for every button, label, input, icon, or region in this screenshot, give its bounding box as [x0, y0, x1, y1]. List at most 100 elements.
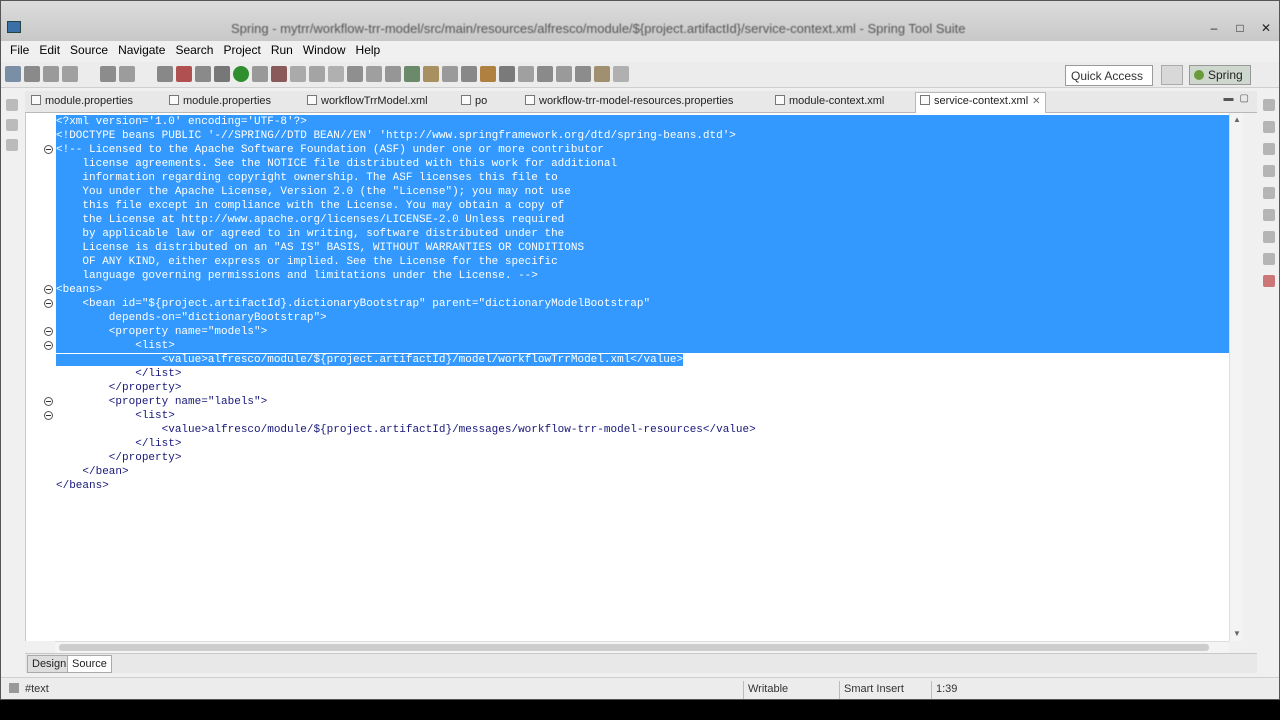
run-dropdown-icon[interactable] [252, 66, 268, 82]
refresh-icon[interactable] [404, 66, 420, 82]
xml-editor[interactable]: <?xml version='1.0' encoding='UTF-8'?> <… [25, 113, 1243, 641]
open-type-icon[interactable] [100, 66, 116, 82]
menu-window[interactable]: Window [298, 41, 351, 61]
horizontal-scroll-thumb[interactable] [59, 644, 1209, 651]
menu-help[interactable]: Help [351, 41, 386, 61]
task-list-icon[interactable] [1263, 121, 1275, 133]
external-dropdown-icon[interactable] [290, 66, 306, 82]
mark-icon[interactable] [518, 66, 534, 82]
new-package-icon[interactable] [366, 66, 382, 82]
tab-service-context-xml[interactable]: service-context.xml ✕ [915, 92, 1046, 114]
error-marker-icon[interactable] [1263, 275, 1275, 287]
servers-view-icon[interactable] [1263, 209, 1275, 221]
print-icon[interactable] [62, 66, 78, 82]
problems-view-icon[interactable] [1263, 187, 1275, 199]
code-line: </bean> [56, 466, 129, 478]
app-icon [7, 21, 21, 33]
package-explorer-icon[interactable] [6, 119, 18, 131]
next-annotation-icon[interactable] [537, 66, 553, 82]
code-line: </property> [56, 382, 182, 394]
tab-label: service-context.xml [934, 95, 1029, 107]
progress-view-icon[interactable] [1263, 231, 1275, 243]
deploy-icon[interactable] [347, 66, 363, 82]
server-icon[interactable] [195, 66, 211, 82]
maximize-button[interactable]: □ [1229, 19, 1251, 37]
properties-icon[interactable] [119, 66, 135, 82]
console-icon[interactable] [309, 66, 325, 82]
menu-source[interactable]: Source [65, 41, 113, 61]
menu-search[interactable]: Search [170, 41, 218, 61]
save-all-icon[interactable] [43, 66, 59, 82]
menu-edit[interactable]: Edit [34, 41, 65, 61]
code-line: <property name="models"> [56, 325, 1231, 339]
status-bar: #text Writable Smart Insert 1:39 [1, 677, 1279, 699]
search-view-icon[interactable] [1263, 253, 1275, 265]
minimize-button[interactable]: – [1203, 19, 1225, 37]
quick-access-field[interactable]: Quick Access [1065, 65, 1153, 86]
debug-icon[interactable] [214, 66, 230, 82]
stop-icon[interactable] [176, 66, 192, 82]
fold-toggle-icon[interactable] [44, 327, 53, 336]
forward-icon[interactable] [613, 66, 629, 82]
run-icon[interactable] [233, 66, 249, 82]
tab-pom[interactable]: po [457, 93, 491, 113]
new-icon[interactable] [5, 66, 21, 82]
code-line: language governing permissions and limit… [56, 269, 1231, 283]
code-area[interactable]: <?xml version='1.0' encoding='UTF-8'?> <… [56, 115, 1231, 493]
xml-file-icon [307, 95, 317, 105]
tab-module-properties-2[interactable]: module.properties [165, 93, 275, 113]
spring-perspective-button[interactable]: Spring [1189, 65, 1251, 85]
fold-toggle-icon[interactable] [44, 285, 53, 294]
editor-tab-bar: module.properties module.properties work… [25, 91, 1257, 114]
external-tools-icon[interactable] [271, 66, 287, 82]
tab-module-context-xml[interactable]: module-context.xml [771, 93, 888, 113]
fold-toggle-icon[interactable] [44, 411, 53, 420]
tab-design[interactable]: Design [27, 655, 72, 673]
tab-source[interactable]: Source [67, 655, 112, 673]
scroll-down-icon[interactable]: ▼ [1232, 629, 1242, 639]
horizontal-scrollbar[interactable] [55, 641, 1229, 653]
open-folder-icon[interactable] [423, 66, 439, 82]
fold-toggle-icon[interactable] [44, 145, 53, 154]
properties-file-icon [525, 95, 535, 105]
spring-explorer-icon[interactable] [1263, 143, 1275, 155]
back-icon[interactable] [594, 66, 610, 82]
annotation-icon[interactable] [461, 66, 477, 82]
fold-toggle-icon[interactable] [44, 299, 53, 308]
open-perspective-button[interactable] [1161, 65, 1183, 85]
prev-annotation-icon[interactable] [556, 66, 572, 82]
last-edit-icon[interactable] [575, 66, 591, 82]
vertical-scrollbar[interactable]: ▲ ▼ [1229, 113, 1243, 641]
menu-bar: File Edit Source Navigate Search Project… [1, 41, 1279, 61]
minimize-editor-icon[interactable]: ▬ [1224, 93, 1234, 104]
console-view-icon[interactable] [1263, 165, 1275, 177]
code-line: depends-on="dictionaryBootstrap"> [56, 311, 1231, 325]
maximize-editor-icon[interactable]: ▢ [1240, 93, 1249, 104]
tab-module-properties-1[interactable]: module.properties [27, 93, 137, 113]
fold-toggle-icon[interactable] [44, 341, 53, 350]
menu-project[interactable]: Project [218, 41, 265, 61]
type-hierarchy-icon[interactable] [6, 139, 18, 151]
terminal-icon[interactable] [328, 66, 344, 82]
search-icon[interactable] [442, 66, 458, 82]
tab-workflow-trr-model-xml[interactable]: workflowTrrModel.xml [303, 93, 432, 113]
tab-workflow-trr-model-resources[interactable]: workflow-trr-model-resources.properties [521, 93, 737, 113]
status-cursor-position: 1:39 [931, 681, 961, 699]
save-icon[interactable] [24, 66, 40, 82]
fold-toggle-icon[interactable] [44, 397, 53, 406]
code-line: </list> [56, 368, 182, 380]
pin-icon[interactable] [499, 66, 515, 82]
menu-navigate[interactable]: Navigate [113, 41, 170, 61]
menu-file[interactable]: File [5, 41, 34, 61]
task-icon[interactable] [480, 66, 496, 82]
skip-breakpoints-icon[interactable] [157, 66, 173, 82]
new-class-icon[interactable] [385, 66, 401, 82]
restore-icon[interactable] [6, 99, 18, 111]
close-tab-icon[interactable]: ✕ [1032, 96, 1040, 107]
scroll-up-icon[interactable]: ▲ [1232, 115, 1242, 125]
code-line: OF ANY KIND, either express or implied. … [56, 255, 1231, 269]
menu-run[interactable]: Run [266, 41, 298, 61]
ide-window: Spring - mytrr/workflow-trr-model/src/ma… [0, 0, 1280, 700]
outline-icon[interactable] [1263, 99, 1275, 111]
close-button[interactable]: ✕ [1255, 19, 1277, 37]
